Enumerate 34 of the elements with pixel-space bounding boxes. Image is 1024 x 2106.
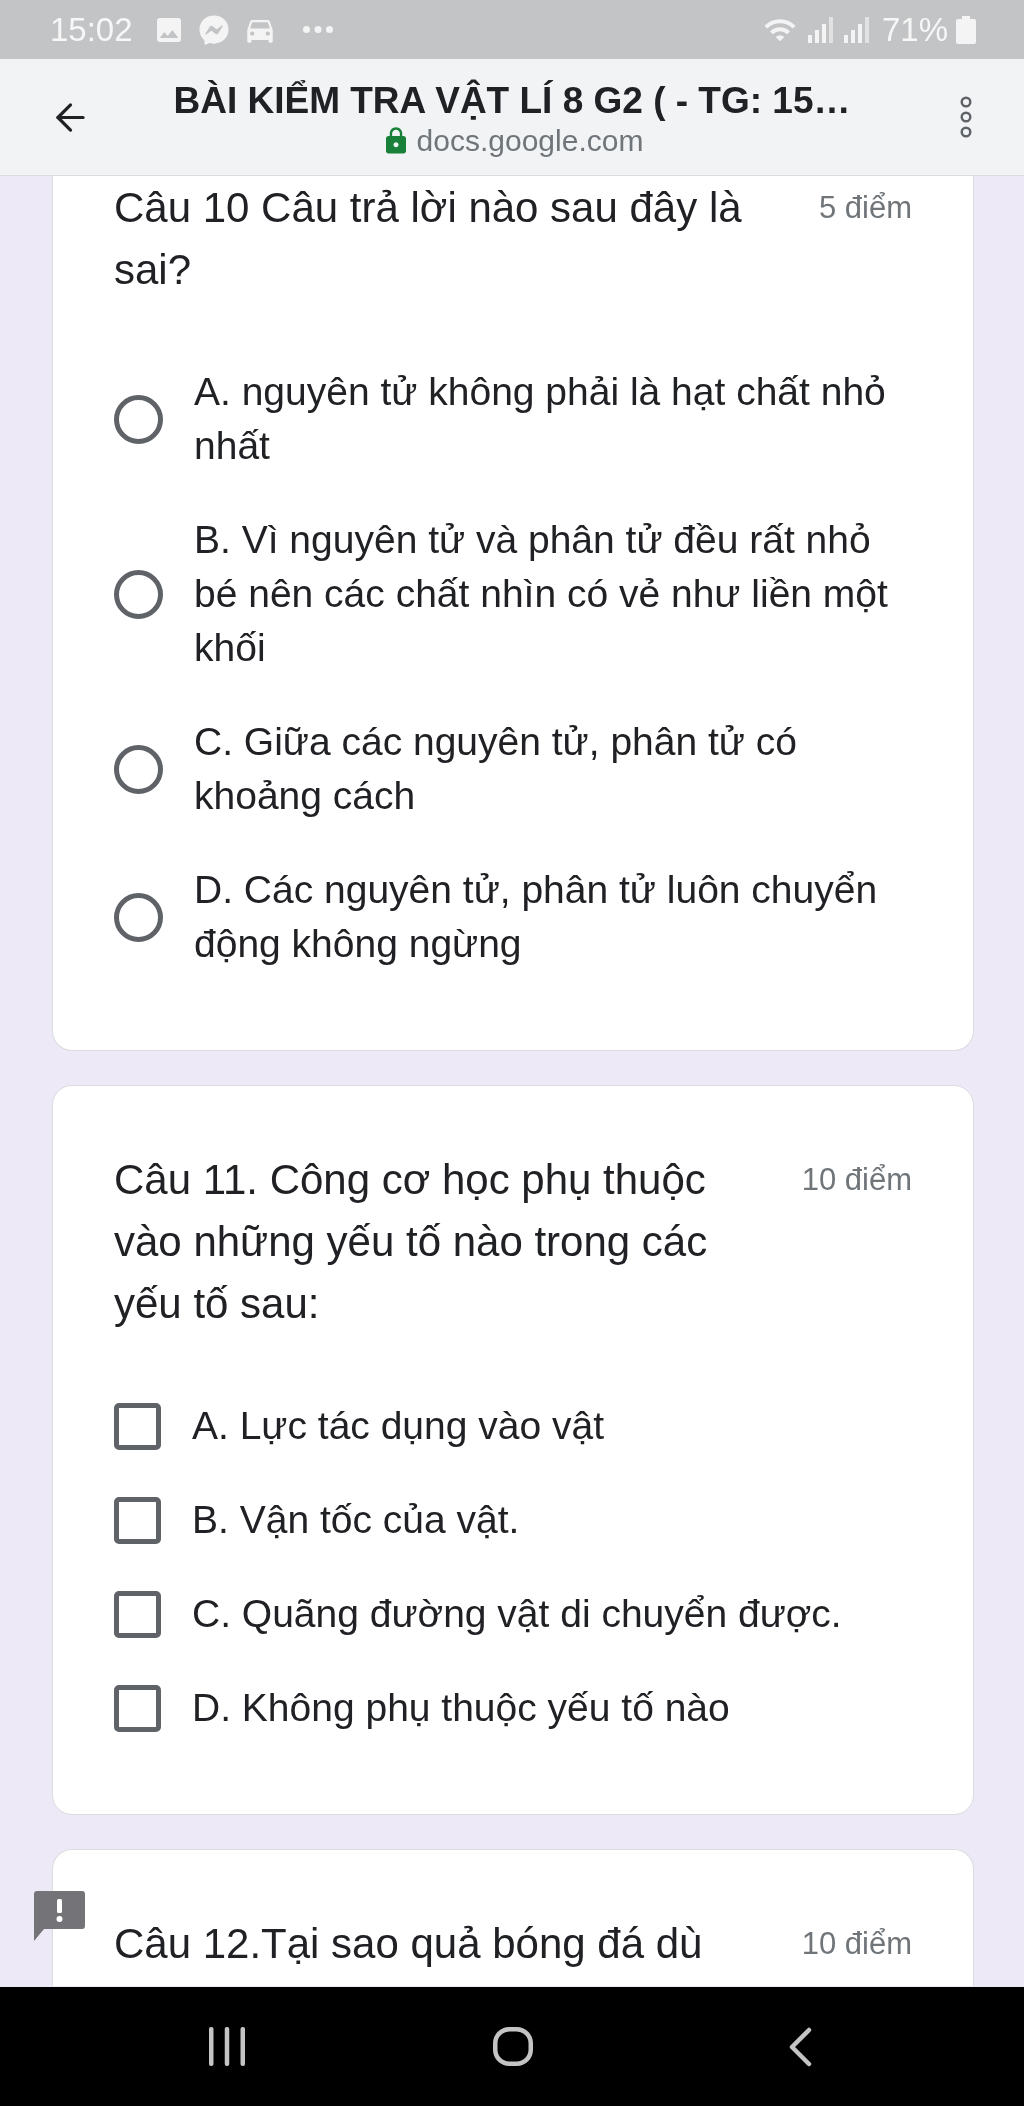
question-title: Câu 11. Công cơ học phụ thuộc vào những yếu tố nào trong các yếu tố sau: xyxy=(114,1155,709,1329)
report-icon[interactable] xyxy=(34,1891,85,1941)
checkbox[interactable] xyxy=(114,1684,161,1732)
battery-icon xyxy=(956,15,976,44)
option-label: D. Không phụ thuộc yếu tố nào xyxy=(192,1685,731,1731)
option-label: C. Giữa các nguyên tử, phân tử có khoảng cách xyxy=(194,719,798,819)
checkbox[interactable] xyxy=(114,1402,161,1450)
checkbox[interactable] xyxy=(114,1590,161,1638)
signal-icon xyxy=(843,16,870,43)
signal-icon xyxy=(807,16,834,43)
menu-icon[interactable] xyxy=(960,96,972,138)
points-label: 10 điểm xyxy=(801,1925,912,1963)
option-label: C. Quãng đường vật di chuyển được. xyxy=(192,1591,843,1637)
more-icon xyxy=(302,26,333,33)
points-label: 10 điểm xyxy=(801,1161,912,1199)
page-title: BÀI KIỂM TRA VẬT LÍ 8 G2 ( - TG: 15… xyxy=(173,78,851,123)
option-label: B. Vì nguyên tử và phân tử đều rất nhỏ bé nên các chất nhìn có vẻ như liền một khối xyxy=(194,517,889,671)
recent-apps-icon[interactable] xyxy=(209,2027,245,2066)
option-label: B. Vận tốc của vật. xyxy=(192,1497,521,1543)
option-label: A. Lực tác dụng vào vật xyxy=(192,1403,605,1449)
question-title: Câu 10 Câu trả lời nào sau đây là sai? xyxy=(114,183,743,295)
url-text: docs.google.com xyxy=(416,122,644,159)
checkbox[interactable] xyxy=(114,1496,161,1544)
option-label: D. Các nguyên tử, phân tử luôn chuyển động không ngừng xyxy=(194,867,879,967)
radio-button[interactable] xyxy=(114,744,163,794)
radio-button[interactable] xyxy=(114,892,163,942)
radio-button[interactable] xyxy=(114,394,163,444)
option-label: A. nguyên tử không phải là hạt chất nhỏ nhất xyxy=(194,369,887,469)
points-label: 5 điểm xyxy=(818,189,912,227)
back-nav-icon[interactable] xyxy=(788,2026,812,2067)
question-title: Câu 12.Tại sao quả bóng đá dù xyxy=(114,1919,704,1969)
home-icon[interactable] xyxy=(493,2027,533,2066)
radio-button[interactable] xyxy=(114,569,163,619)
chat-bubble-icon xyxy=(198,14,229,45)
